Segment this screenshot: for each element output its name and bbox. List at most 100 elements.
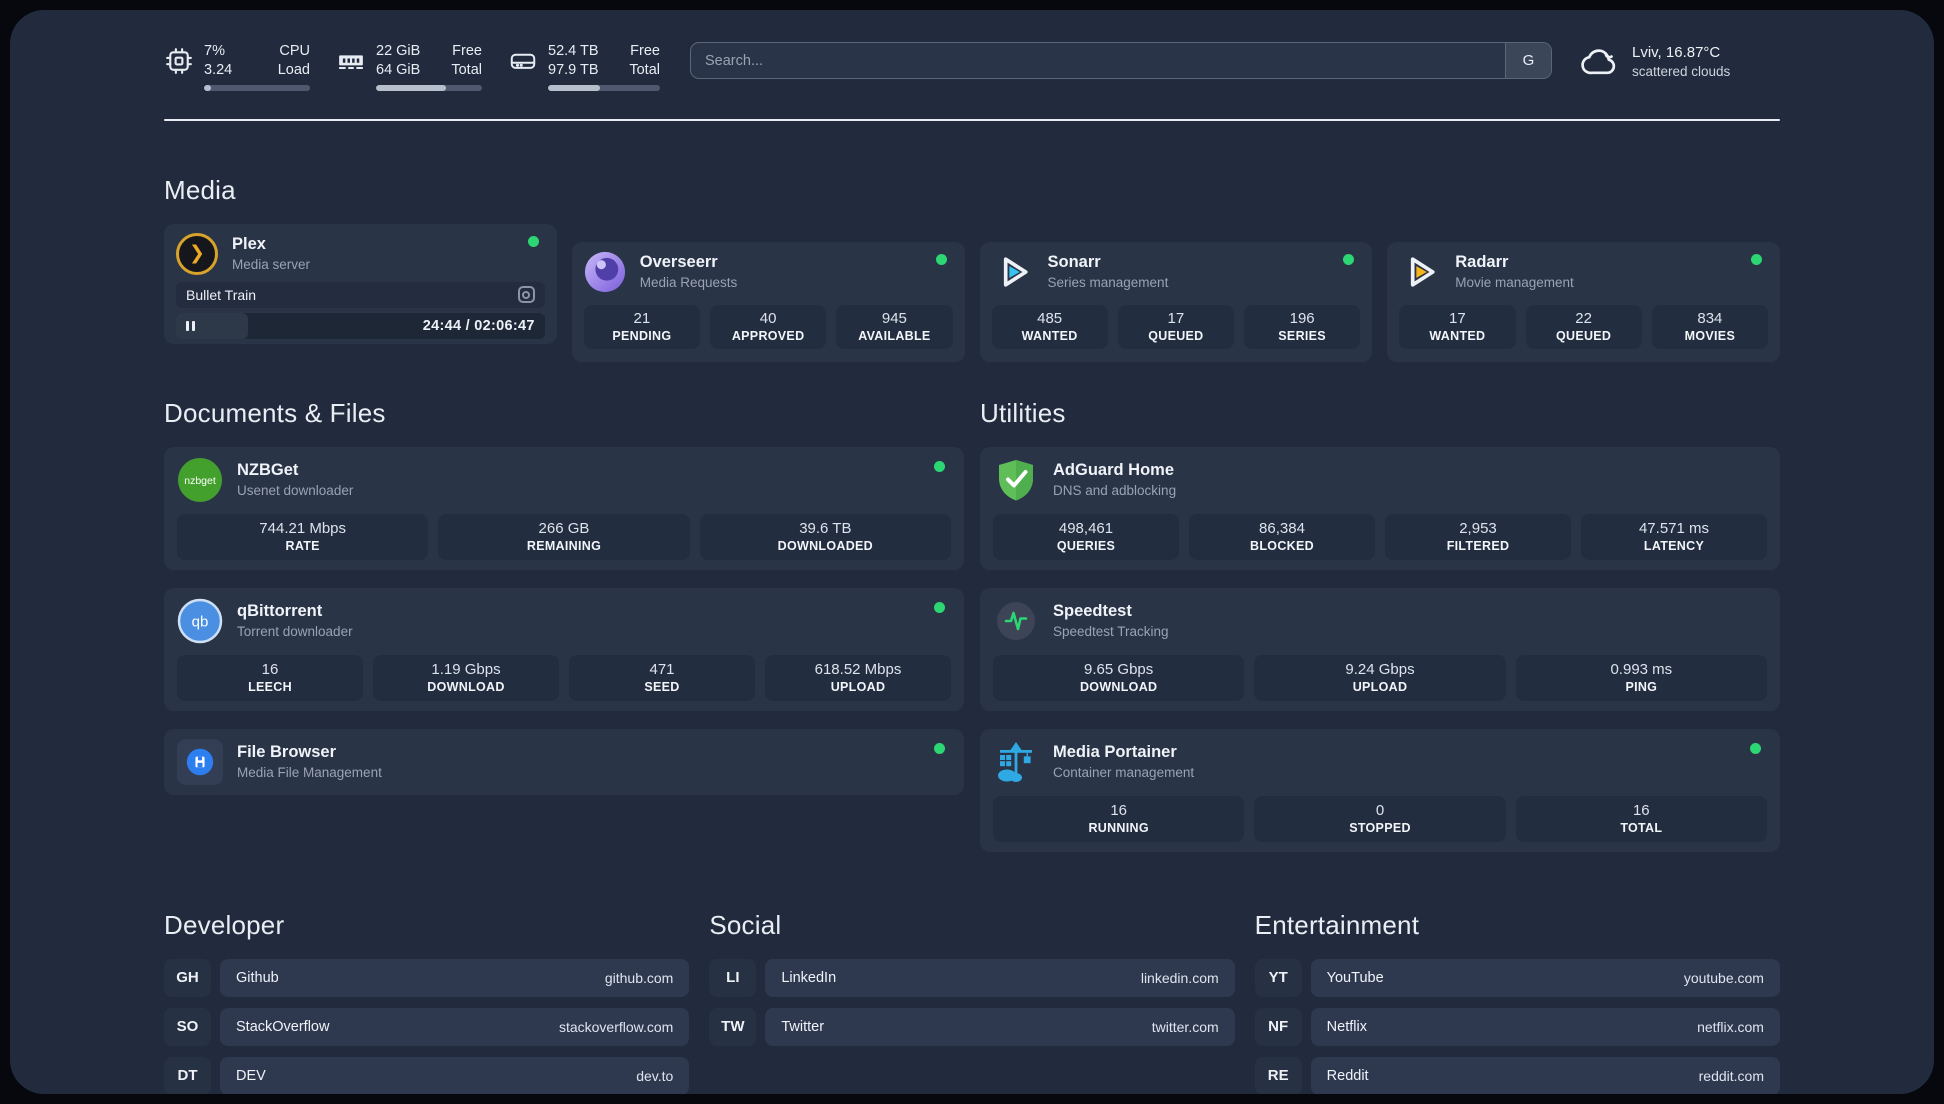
status-dot-online: [1751, 253, 1762, 265]
app-subtitle: Speedtest Tracking: [1053, 623, 1169, 639]
section-title-social: Social: [709, 909, 782, 940]
bookmark-netflix[interactable]: NF Netflix netflix.com: [1254, 1007, 1780, 1046]
stat-wanted: 485 WANTED: [991, 304, 1108, 349]
disk-total-value: 97.9 TB: [548, 61, 599, 78]
bookmark-tag: NF: [1254, 1007, 1302, 1046]
overseerr-logo: [584, 251, 626, 293]
app-name: NZBGet: [237, 461, 299, 480]
app-card-nzbget[interactable]: nzbget NZBGet Usenet downloader 744.21 M…: [164, 446, 964, 570]
svg-text:nzbget: nzbget: [184, 475, 216, 487]
app-subtitle: Container management: [1053, 764, 1195, 780]
stat-stopped: 0 STOPPED: [1254, 795, 1506, 842]
app-subtitle: Movie management: [1455, 274, 1574, 290]
app-card-plex[interactable]: ❯ Plex Media server Bullet Train 24:44 /: [164, 223, 557, 344]
ram-icon: [336, 46, 366, 76]
bookmark-url: github.com: [604, 969, 674, 986]
media-grid: ❯ Plex Media server Bullet Train 24:44 /: [164, 223, 1780, 362]
disk-metric: 52.4 TB Free 97.9 TB Total: [508, 42, 660, 91]
app-card-portainer[interactable]: Media Portainer Container management 16 …: [980, 728, 1780, 852]
stat-remaining: 266 GB REMAINING: [438, 513, 690, 560]
bookmark-tag: GH: [164, 958, 211, 997]
app-name: Media Portainer: [1053, 743, 1177, 762]
app-card-qbittorrent[interactable]: qb qBittorrent Torrent downloader 16 LEE…: [164, 587, 964, 711]
bookmark-group-social: Social LI LinkedIn linkedin.com TW Twitt…: [709, 909, 1235, 1094]
stat-latency: 47.571 ms LATENCY: [1581, 513, 1767, 560]
app-card-filebrowser[interactable]: File Browser Media File Management: [164, 728, 964, 795]
bookmark-twitter[interactable]: TW Twitter twitter.com: [709, 1007, 1235, 1046]
bookmark-github[interactable]: GH Github github.com: [164, 958, 690, 997]
bookmark-name: Netflix: [1326, 1018, 1367, 1035]
disk-free-label: Free: [630, 43, 660, 59]
app-subtitle: Media Requests: [639, 274, 738, 290]
weather-location: Lviv, 16.87°C: [1632, 43, 1721, 61]
video-session-icon[interactable]: [517, 286, 535, 304]
search-input[interactable]: [691, 43, 1505, 78]
bookmark-reddit[interactable]: RE Reddit reddit.com: [1254, 1056, 1780, 1094]
portainer-logo: [993, 739, 1039, 785]
bookmark-name: StackOverflow: [236, 1018, 330, 1035]
documents-column: Documents & Files nzbget NZBGet Usenet d: [164, 398, 964, 852]
bookmark-linkedin[interactable]: LI LinkedIn linkedin.com: [709, 958, 1235, 997]
sonarr-logo: [992, 251, 1034, 293]
stat-approved: 40 APPROVED: [710, 304, 827, 349]
stat-movies: 834 MOVIES: [1651, 304, 1768, 349]
stat-queued: 22 QUEUED: [1525, 304, 1642, 349]
bookmark-tag: LI: [709, 958, 757, 997]
bookmark-url: stackoverflow.com: [558, 1018, 674, 1035]
bookmark-dev[interactable]: DT DEV dev.to: [164, 1056, 690, 1094]
app-name: qBittorrent: [237, 602, 323, 621]
stat-blocked: 86,384 BLOCKED: [1189, 513, 1375, 560]
app-subtitle: Series management: [1047, 274, 1169, 290]
app-name: Sonarr: [1047, 253, 1101, 272]
status-dot-online: [1343, 253, 1355, 265]
dashboard-panel: 7% CPU 3.24 Load 22 GiB Free 64 GiB Tota…: [10, 10, 1934, 1094]
bookmark-url: linkedin.com: [1140, 969, 1219, 986]
disk-icon: [508, 46, 538, 76]
cpu-load-label: Load: [277, 61, 310, 78]
top-bar: 7% CPU 3.24 Load 22 GiB Free 64 GiB Tota…: [164, 10, 1780, 91]
cpu-label: CPU: [279, 43, 310, 59]
bookmark-youtube[interactable]: YT YouTube youtube.com: [1254, 958, 1780, 997]
status-dot-online: [934, 460, 945, 472]
playback-time: 24:44 / 02:06:47: [422, 317, 535, 334]
bookmark-name: YouTube: [1326, 969, 1384, 986]
disk-free-value: 52.4 TB: [548, 43, 599, 59]
app-card-overseerr[interactable]: Overseerr Media Requests 21 PENDING 40 A…: [571, 241, 965, 362]
pause-icon: [186, 320, 195, 331]
memory-free-label: Free: [452, 43, 482, 59]
nzbget-logo: nzbget: [177, 457, 223, 503]
cpu-usage-value: 7%: [204, 43, 225, 59]
weather-condition: scattered clouds: [1632, 64, 1731, 80]
stat-upload: 618.52 Mbps UPLOAD: [765, 654, 951, 701]
header-divider: [164, 118, 1780, 121]
cpu-metric: 7% CPU 3.24 Load: [164, 42, 310, 91]
stat-series: 196 SERIES: [1244, 304, 1361, 349]
bookmark-name: LinkedIn: [781, 969, 837, 986]
status-dot-online: [934, 742, 945, 754]
section-title-developer: Developer: [164, 909, 285, 940]
weather-widget: Lviv, 16.87°C scattered clouds: [1580, 42, 1780, 82]
section-title-documents: Documents & Files: [164, 397, 386, 428]
filebrowser-logo: [177, 738, 223, 785]
status-dot-online: [935, 253, 947, 265]
app-card-adguard[interactable]: AdGuard Home DNS and adblocking 498,461 …: [980, 446, 1780, 570]
app-name: Overseerr: [639, 253, 718, 272]
app-card-speedtest[interactable]: Speedtest Speedtest Tracking 9.65 Gbps D…: [980, 587, 1780, 711]
app-name: Radarr: [1455, 253, 1509, 272]
stat-queued: 17 QUEUED: [1117, 304, 1234, 349]
bookmark-tag: DT: [164, 1056, 211, 1094]
stat-download: 9.65 Gbps DOWNLOAD: [993, 654, 1245, 701]
stat-upload: 9.24 Gbps UPLOAD: [1254, 654, 1506, 701]
status-dot-online: [527, 235, 539, 247]
app-card-radarr[interactable]: Radarr Movie management 17 WANTED 22 QUE…: [1387, 241, 1780, 362]
playback-progress-bar: 24:44 / 02:06:47: [176, 312, 545, 339]
now-playing-title: Bullet Train: [186, 286, 257, 303]
svg-text:qb: qb: [192, 613, 209, 630]
memory-metric: 22 GiB Free 64 GiB Total: [336, 42, 482, 91]
google-search-button[interactable]: G: [1505, 43, 1551, 78]
app-card-sonarr[interactable]: Sonarr Series management 485 WANTED 17 Q…: [979, 241, 1373, 362]
bookmark-stackoverflow[interactable]: SO StackOverflow stackoverflow.com: [164, 1007, 690, 1046]
memory-total-label: Total: [451, 61, 482, 78]
app-subtitle: Media File Management: [237, 764, 382, 780]
section-title-media: Media: [164, 174, 236, 205]
